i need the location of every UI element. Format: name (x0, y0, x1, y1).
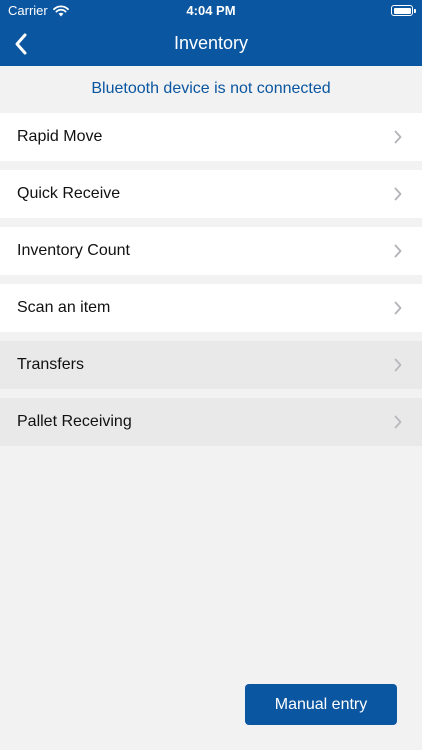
menu-item-label: Transfers (17, 356, 84, 373)
status-time: 4:04 PM (186, 3, 236, 18)
bluetooth-status-banner: Bluetooth device is not connected (91, 80, 331, 97)
chevron-right-icon (394, 301, 402, 315)
chevron-right-icon (394, 187, 402, 201)
menu-item-label: Quick Receive (17, 185, 121, 202)
navigation-bar: Inventory (0, 22, 422, 66)
manual-entry-button[interactable]: Manual entry (245, 684, 397, 725)
menu-item-scan-an-item[interactable]: Scan an item (0, 284, 422, 332)
status-bar: Carrier 4:04 PM (0, 0, 422, 22)
battery-fill (393, 7, 411, 14)
menu-item-pallet-receiving[interactable]: Pallet Receiving (0, 398, 422, 446)
top-bar: Carrier 4:04 PM Inventory (0, 0, 422, 66)
menu-item-label: Inventory Count (17, 242, 130, 259)
chevron-right-icon (394, 358, 402, 372)
chevron-right-icon (394, 415, 402, 429)
menu-item-quick-receive[interactable]: Quick Receive (0, 170, 422, 218)
menu-item-label: Pallet Receiving (17, 413, 132, 430)
menu-item-inventory-count[interactable]: Inventory Count (0, 227, 422, 275)
battery-icon (391, 5, 416, 16)
menu-item-label: Scan an item (17, 299, 111, 316)
chevron-right-icon (394, 244, 402, 258)
page-title: Inventory (173, 33, 249, 53)
menu-item-label: Rapid Move (17, 128, 103, 145)
menu-item-transfers[interactable]: Transfers (0, 341, 422, 389)
menu-item-rapid-move[interactable]: Rapid Move (0, 113, 422, 161)
chevron-right-icon (394, 130, 402, 144)
